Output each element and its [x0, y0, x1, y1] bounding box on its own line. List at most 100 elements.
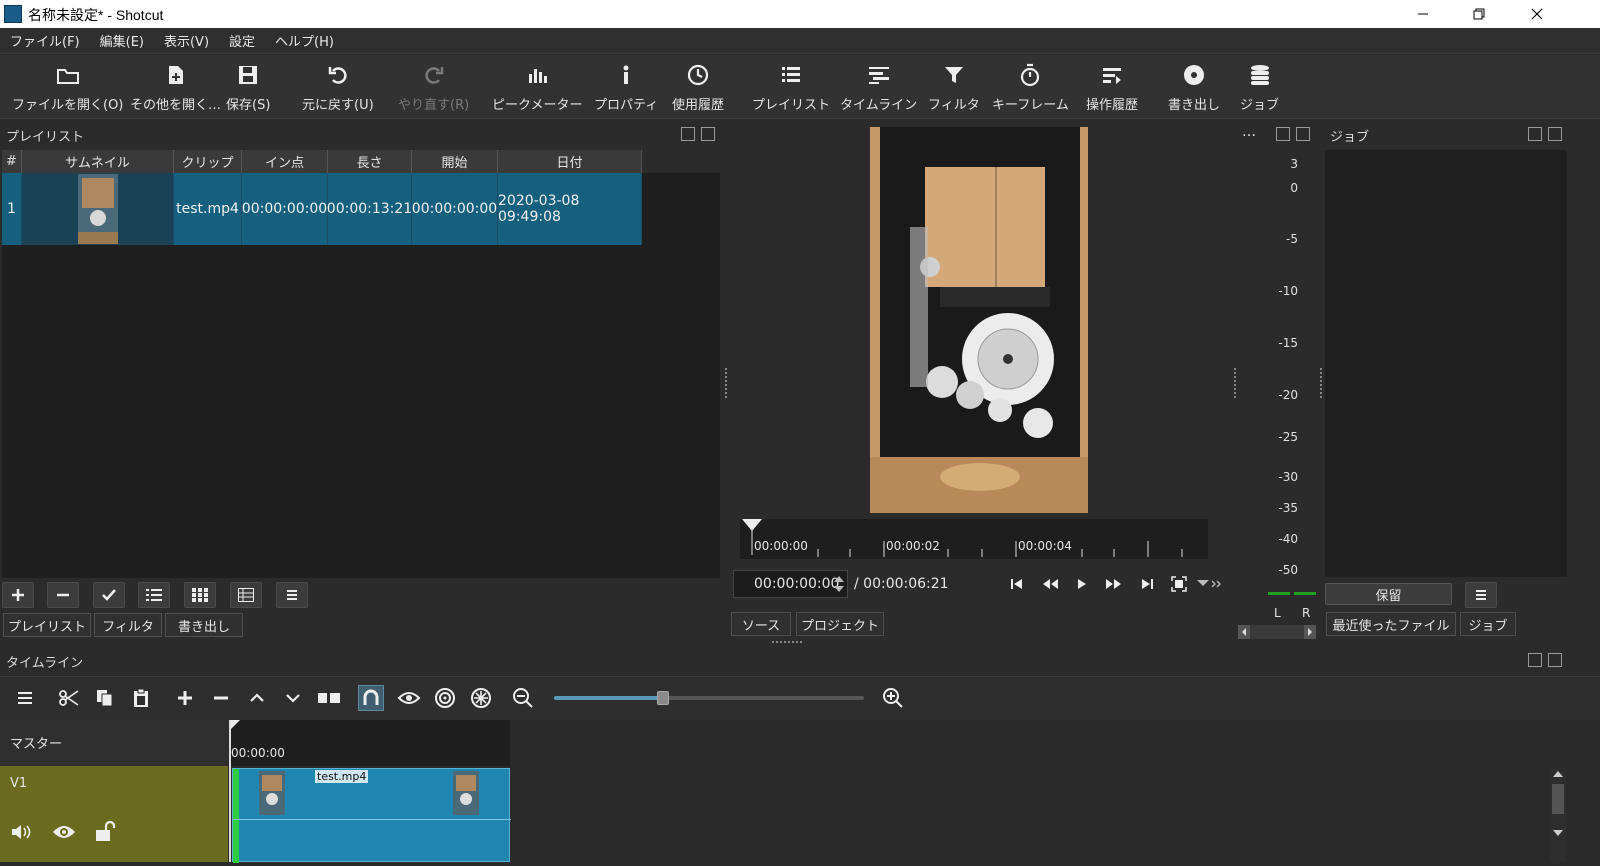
restore-button[interactable] [1456, 0, 1502, 28]
col-clip[interactable]: クリップ [174, 150, 242, 173]
scrub-button[interactable] [396, 685, 422, 711]
float-icon[interactable] [1528, 653, 1542, 667]
col-in[interactable]: イン点 [242, 150, 328, 173]
tab-recent-files[interactable]: 最近使ったファイル [1326, 612, 1456, 636]
playlist-menu-button[interactable] [276, 582, 308, 608]
timeline-scrollbar[interactable] [1550, 768, 1566, 862]
zoom-fit-button[interactable] [1170, 575, 1188, 597]
ripple-delete-button[interactable] [208, 685, 234, 711]
col-number[interactable]: # [2, 150, 22, 173]
playlist-toggle-button[interactable]: プレイリスト [752, 61, 830, 113]
fast-forward-button[interactable] [1104, 576, 1124, 596]
lift-button[interactable] [244, 685, 270, 711]
copy-button[interactable] [92, 685, 118, 711]
tab-export[interactable]: 書き出し [165, 613, 243, 637]
add-button[interactable] [2, 582, 34, 608]
close-dock-icon[interactable] [1296, 127, 1310, 141]
master-track-head[interactable]: マスター [0, 720, 228, 766]
zoom-in-button[interactable] [880, 685, 906, 711]
properties-button[interactable]: プロパティ [594, 61, 658, 113]
table-row[interactable]: 1 test.mp4 00:00:00:00 00:00:13:21 00:00… [2, 173, 642, 245]
viewer-ruler[interactable]: 00:00:00 00:00:02 00:00:04 [740, 519, 1208, 559]
minimize-button[interactable] [1400, 0, 1446, 28]
vertical-splitter-handle[interactable] [772, 641, 802, 645]
snap-button[interactable] [358, 685, 384, 711]
float-icon[interactable] [681, 127, 695, 141]
rewind-button[interactable] [1040, 576, 1060, 596]
timecode-spinner[interactable] [832, 572, 846, 596]
splitter-handle[interactable] [725, 368, 728, 398]
playhead-line[interactable] [229, 720, 231, 862]
zoom-out-button[interactable] [510, 685, 536, 711]
jobs-button[interactable]: ジョブ [1240, 61, 1279, 113]
close-button[interactable] [1514, 0, 1560, 28]
menu-file[interactable]: ファイル(F) [0, 31, 90, 50]
menu-help[interactable]: ヘルプ(H) [265, 31, 344, 50]
export-button[interactable]: 書き出し [1168, 61, 1220, 113]
v1-track-head[interactable]: V1 [0, 766, 228, 862]
close-dock-icon[interactable] [1548, 653, 1562, 667]
float-icon[interactable] [1276, 127, 1290, 141]
recent-button[interactable]: 使用履歴 [672, 61, 724, 113]
jobs-list[interactable] [1325, 150, 1567, 577]
close-dock-icon[interactable] [1548, 127, 1562, 141]
paste-button[interactable] [128, 685, 154, 711]
meter-balance-slider[interactable] [1238, 625, 1316, 639]
redo-icon [420, 61, 448, 89]
play-button[interactable] [1074, 576, 1090, 596]
overwrite-button[interactable] [280, 685, 306, 711]
split-button[interactable] [316, 685, 342, 711]
redo-button[interactable]: やり直す(R) [398, 61, 469, 113]
skip-to-end-button[interactable] [1138, 576, 1156, 596]
skip-to-start-button[interactable] [1008, 576, 1026, 596]
undo-button[interactable]: 元に戻す(U) [302, 61, 374, 113]
cut-button[interactable] [56, 685, 82, 711]
zoom-dropdown-button[interactable] [1196, 578, 1226, 594]
mute-button[interactable] [10, 822, 34, 846]
tab-playlist[interactable]: プレイリスト [3, 613, 91, 637]
col-date[interactable]: 日付 [498, 150, 642, 173]
zoom-slider[interactable] [554, 691, 864, 705]
hold-button[interactable]: 保留 [1325, 583, 1452, 605]
save-button[interactable]: 保存(S) [226, 61, 270, 113]
details-view-button[interactable] [138, 582, 170, 608]
close-dock-icon[interactable] [701, 127, 715, 141]
timeline-toggle-button[interactable]: タイムライン [840, 61, 917, 113]
hide-button[interactable] [52, 824, 76, 844]
filter-toggle-button[interactable]: フィルタ [928, 61, 980, 113]
col-thumbnail[interactable]: サムネイル [22, 150, 174, 173]
update-button[interactable] [93, 582, 125, 608]
open-other-button[interactable]: その他を開く… [130, 61, 221, 113]
menu-view[interactable]: 表示(V) [154, 31, 219, 50]
meter-more-icon[interactable]: … [1242, 124, 1256, 140]
tab-jobs[interactable]: ジョブ [1460, 612, 1516, 636]
history-button[interactable]: 操作履歴 [1086, 61, 1138, 113]
grid-view-button[interactable] [184, 582, 216, 608]
timeline-clip[interactable]: test.mp4 [232, 768, 511, 863]
col-duration[interactable]: 長さ [328, 150, 412, 173]
timeline-ruler[interactable]: 00:00:00 [230, 720, 510, 766]
timeline-menu-button[interactable] [12, 685, 38, 711]
tab-filter[interactable]: フィルタ [94, 613, 162, 637]
ripple-button[interactable] [432, 685, 458, 711]
keyframe-button[interactable]: キーフレーム [992, 61, 1069, 113]
lock-button[interactable] [94, 820, 116, 846]
menu-settings[interactable]: 設定 [219, 31, 265, 50]
zoom-slider-handle[interactable] [656, 691, 669, 705]
tab-source[interactable]: ソース [731, 612, 791, 636]
jobs-menu-button[interactable] [1465, 582, 1497, 608]
close-icon [1531, 8, 1543, 20]
splitter-handle-3[interactable] [1320, 368, 1323, 398]
append-button[interactable] [172, 685, 198, 711]
ripple-all-tracks-button[interactable] [468, 685, 494, 711]
open-file-button[interactable]: ファイルを開く(O) [12, 61, 123, 113]
float-icon[interactable] [1528, 127, 1542, 141]
timecode-input[interactable]: 00:00:00:00 [733, 570, 848, 598]
icon-view-button[interactable] [230, 582, 262, 608]
tab-project[interactable]: プロジェクト [796, 612, 884, 636]
remove-button[interactable] [47, 582, 79, 608]
peak-meter-button[interactable]: ピークメーター [492, 61, 582, 113]
menu-edit[interactable]: 編集(E) [90, 31, 154, 50]
col-start[interactable]: 開始 [412, 150, 498, 173]
video-preview[interactable] [870, 127, 1088, 513]
